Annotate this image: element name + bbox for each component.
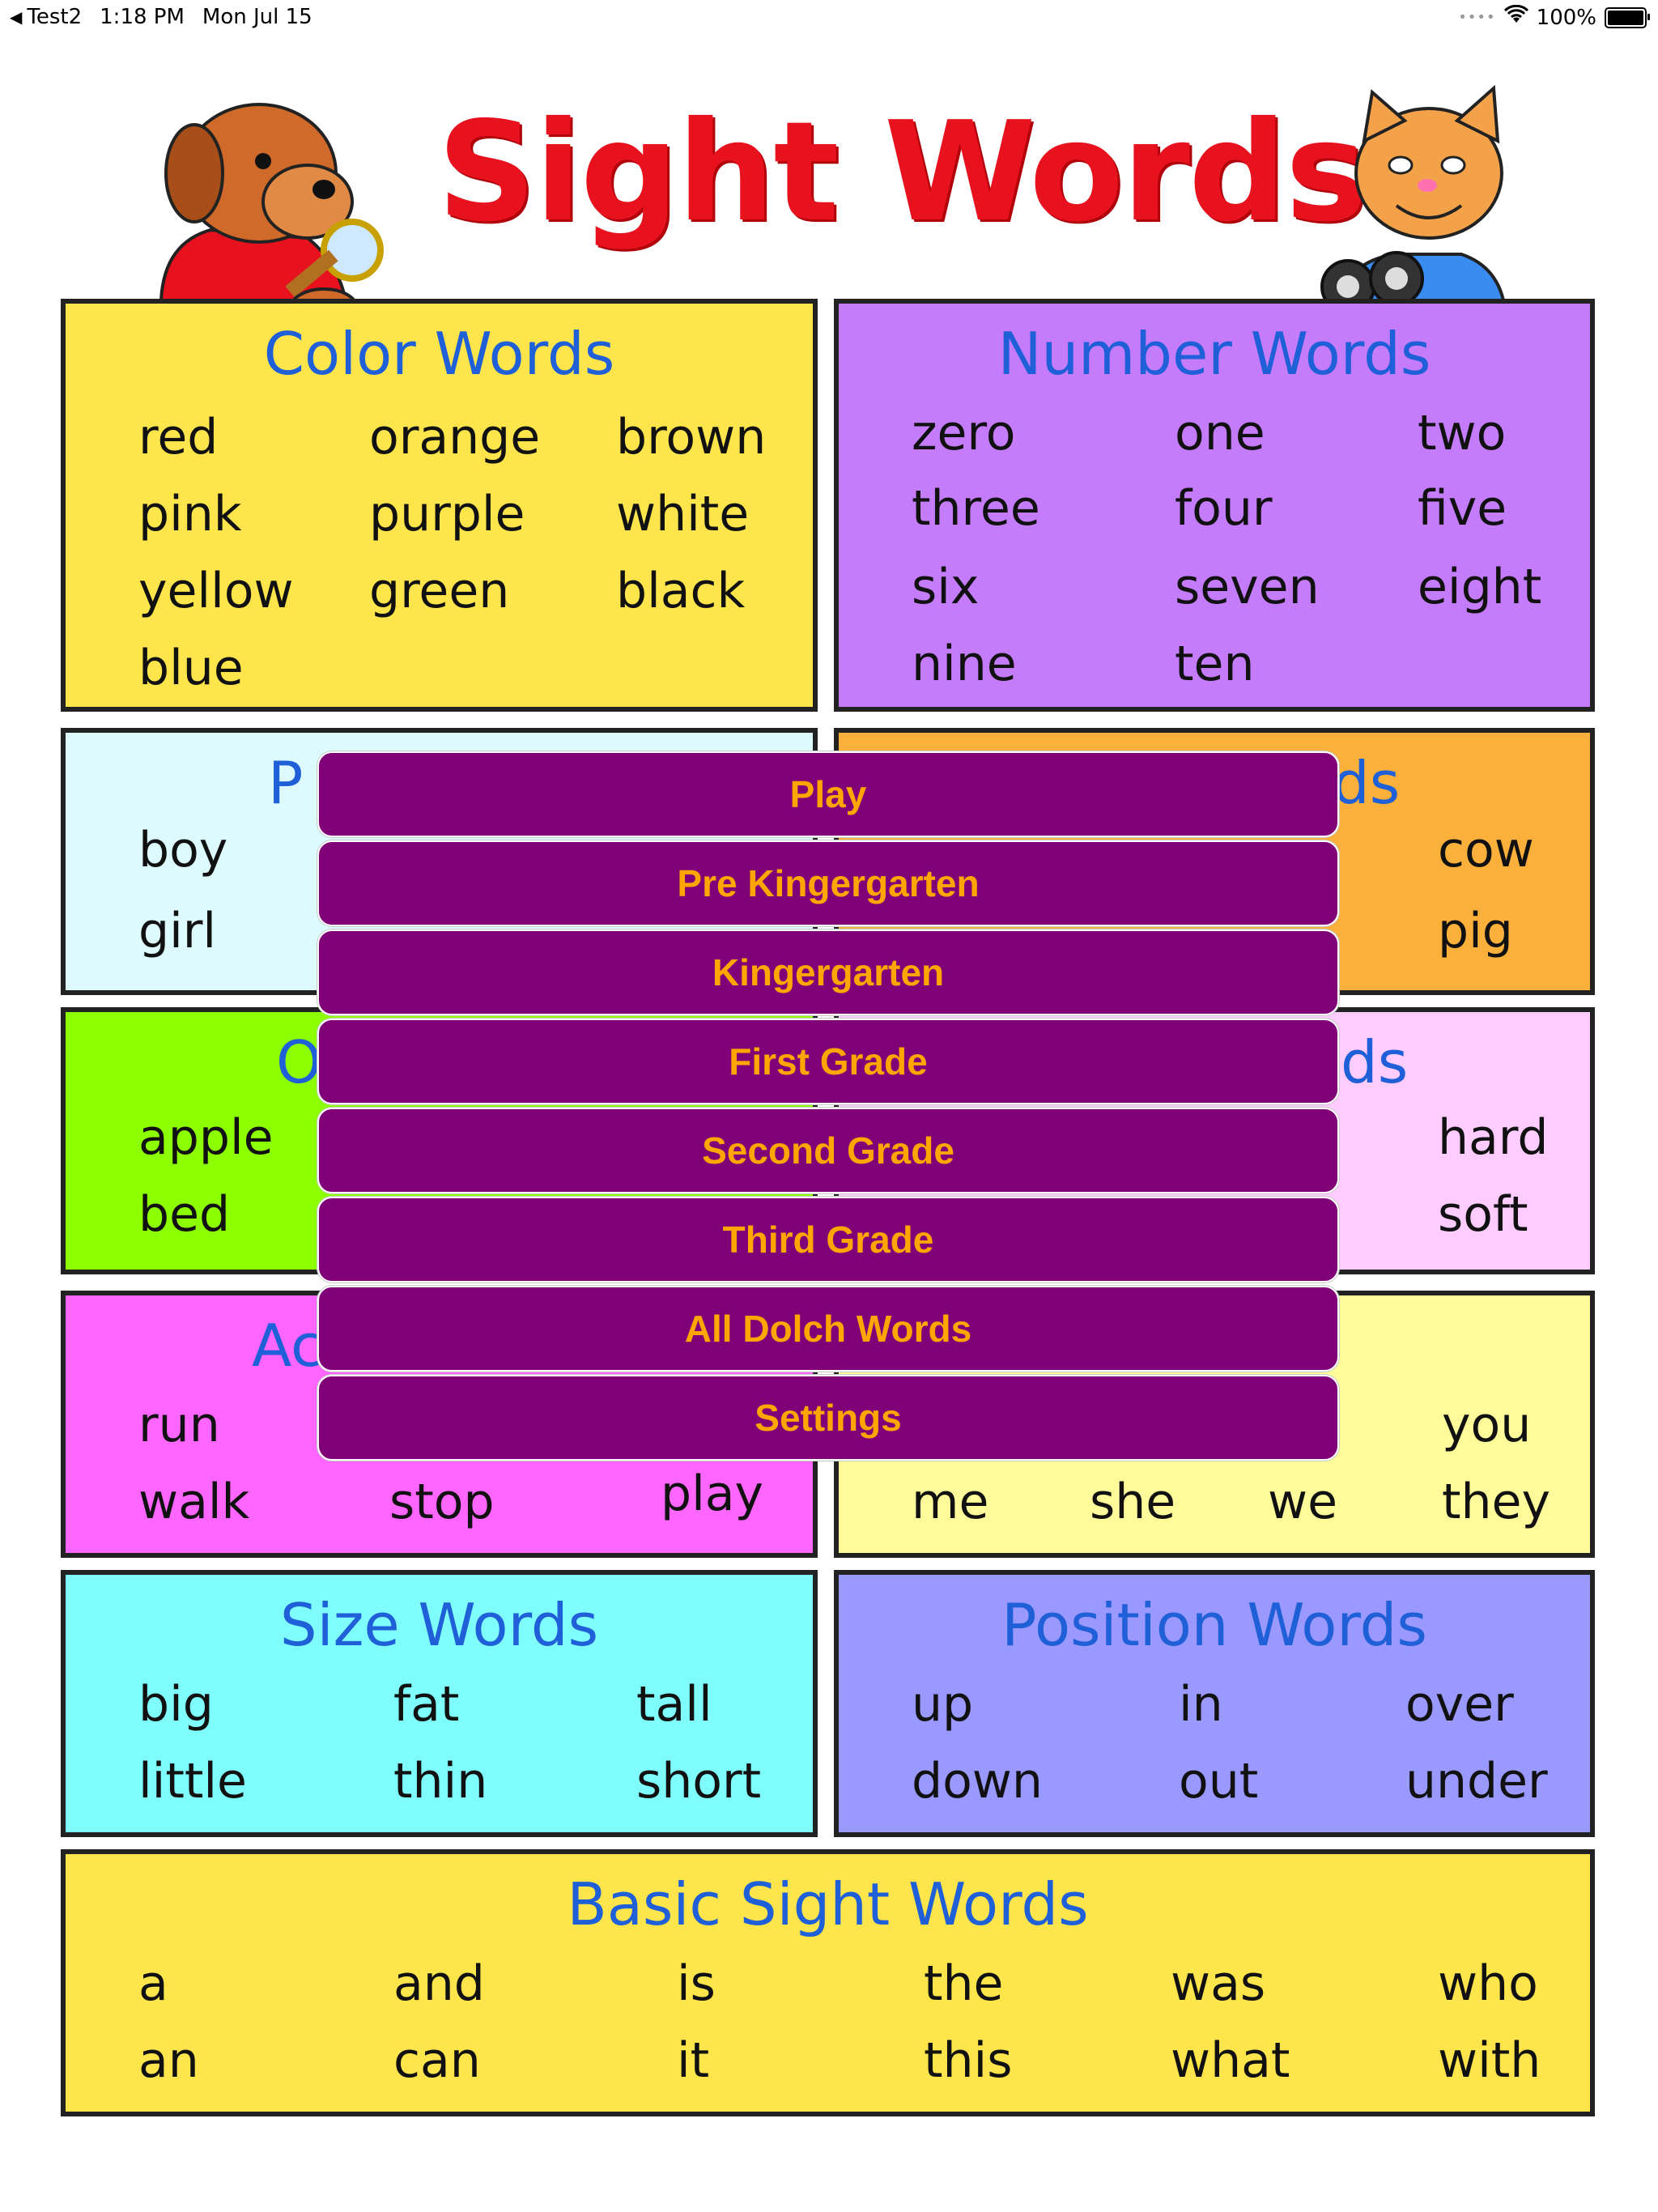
word-ten: ten (1175, 636, 1255, 692)
word-play: play (661, 1465, 764, 1522)
settings-button[interactable]: Settings (317, 1375, 1339, 1461)
word-four: four (1175, 480, 1273, 537)
status-time: 1:18 PM (100, 5, 185, 29)
word-run: run (138, 1397, 220, 1453)
word-fat: fat (393, 1676, 460, 1733)
size-words-heading: Size Words (279, 1591, 599, 1659)
word-three: three (912, 480, 1040, 537)
word-hard: hard (1438, 1109, 1549, 1166)
all-dolch-words-button[interactable]: All Dolch Words (317, 1286, 1339, 1372)
word-you: you (1442, 1397, 1532, 1453)
word-black: black (616, 563, 746, 619)
word-yellow: yellow (138, 563, 294, 619)
word-we: we (1268, 1474, 1337, 1530)
word-the: the (924, 1955, 1004, 2012)
signal-icon: •••• (1458, 9, 1496, 26)
position-words-box: Position Words up in over down out under (834, 1570, 1595, 1837)
animal-words-heading: ds (1333, 749, 1401, 817)
word-little: little (138, 1753, 247, 1810)
word-bed: bed (138, 1186, 231, 1243)
kindergarten-button[interactable]: Kingergarten (317, 929, 1339, 1015)
word-purple: purple (369, 486, 525, 542)
word-big: big (138, 1676, 214, 1733)
word-with: with (1438, 2032, 1541, 2089)
poster-title: Sight Words (437, 92, 1367, 253)
word-who: who (1438, 1955, 1538, 2012)
dog-mascot-icon (159, 103, 384, 327)
word-six: six (912, 559, 980, 615)
battery-percent: 100% (1536, 5, 1596, 30)
word-five: five (1418, 480, 1507, 537)
word-was: was (1171, 1955, 1266, 2012)
word-brown: brown (616, 409, 767, 466)
word-me: me (912, 1474, 989, 1530)
word-apple: apple (138, 1109, 274, 1166)
word-this: this (924, 2032, 1013, 2089)
cat-mascot-icon (1320, 84, 1508, 335)
word-up: up (912, 1676, 974, 1733)
back-arrow-icon: ◀ (10, 7, 23, 27)
opposite-words-heading: ds (1341, 1028, 1409, 1096)
word-over: over (1405, 1676, 1514, 1733)
word-and: and (393, 1955, 485, 2012)
word-a: a (138, 1955, 168, 2012)
word-it: it (677, 2032, 710, 2089)
word-soft: soft (1438, 1186, 1528, 1243)
color-words-heading: Color Words (263, 320, 615, 388)
word-is: is (677, 1955, 716, 2012)
word-under: under (1405, 1753, 1548, 1810)
word-girl: girl (138, 903, 217, 959)
number-words-box: Number Words zero one two three four fiv… (834, 299, 1595, 712)
pre-kindergarten-button[interactable]: Pre Kingergarten (317, 840, 1339, 926)
number-words-heading: Number Words (997, 320, 1431, 388)
battery-icon (1605, 6, 1650, 28)
third-grade-button[interactable]: Third Grade (317, 1197, 1339, 1283)
main-menu: Play Pre Kingergarten Kingergarten First… (317, 751, 1339, 1464)
word-white: white (616, 486, 750, 542)
word-stop: stop (389, 1474, 495, 1530)
word-an: an (138, 2032, 199, 2089)
word-green: green (369, 563, 510, 619)
word-two: two (1418, 405, 1507, 462)
word-pink: pink (138, 486, 242, 542)
wifi-icon (1503, 4, 1528, 30)
play-button[interactable]: Play (317, 751, 1339, 837)
status-bar: ◀ Test2 1:18 PM Mon Jul 15 •••• 100% (0, 0, 1658, 36)
word-nine: nine (912, 636, 1017, 692)
word-down: down (912, 1753, 1043, 1810)
word-out: out (1179, 1753, 1259, 1810)
basic-sight-words-box: Basic Sight Words a and is the was who a… (61, 1849, 1595, 2116)
word-orange: orange (369, 409, 541, 466)
word-walk: walk (138, 1474, 250, 1530)
word-thin: thin (393, 1753, 488, 1810)
basic-sight-words-heading: Basic Sight Words (567, 1870, 1089, 1938)
second-grade-button[interactable]: Second Grade (317, 1108, 1339, 1193)
word-blue: blue (138, 640, 244, 696)
word-red: red (138, 409, 219, 466)
word-cow: cow (1438, 822, 1534, 878)
word-zero: zero (912, 405, 1016, 462)
word-short: short (636, 1753, 762, 1810)
position-words-heading: Position Words (1001, 1591, 1427, 1659)
word-what: what (1171, 2032, 1290, 2089)
word-seven: seven (1175, 559, 1320, 615)
word-tall: tall (636, 1676, 712, 1733)
word-boy: boy (138, 822, 228, 878)
word-one: one (1175, 405, 1265, 462)
first-grade-button[interactable]: First Grade (317, 1019, 1339, 1104)
word-in: in (1179, 1676, 1223, 1733)
word-can: can (393, 2032, 481, 2089)
back-to-app-link[interactable]: ◀ Test2 (10, 5, 82, 29)
word-eight: eight (1418, 559, 1542, 615)
size-words-box: Size Words big fat tall little thin shor… (61, 1570, 818, 1837)
word-they: they (1442, 1474, 1550, 1530)
back-app-label: Test2 (27, 5, 83, 29)
status-date: Mon Jul 15 (202, 5, 312, 29)
word-pig: pig (1438, 903, 1513, 959)
word-she: she (1090, 1474, 1176, 1530)
color-words-box: Color Words red orange brown pink purple… (61, 299, 818, 712)
